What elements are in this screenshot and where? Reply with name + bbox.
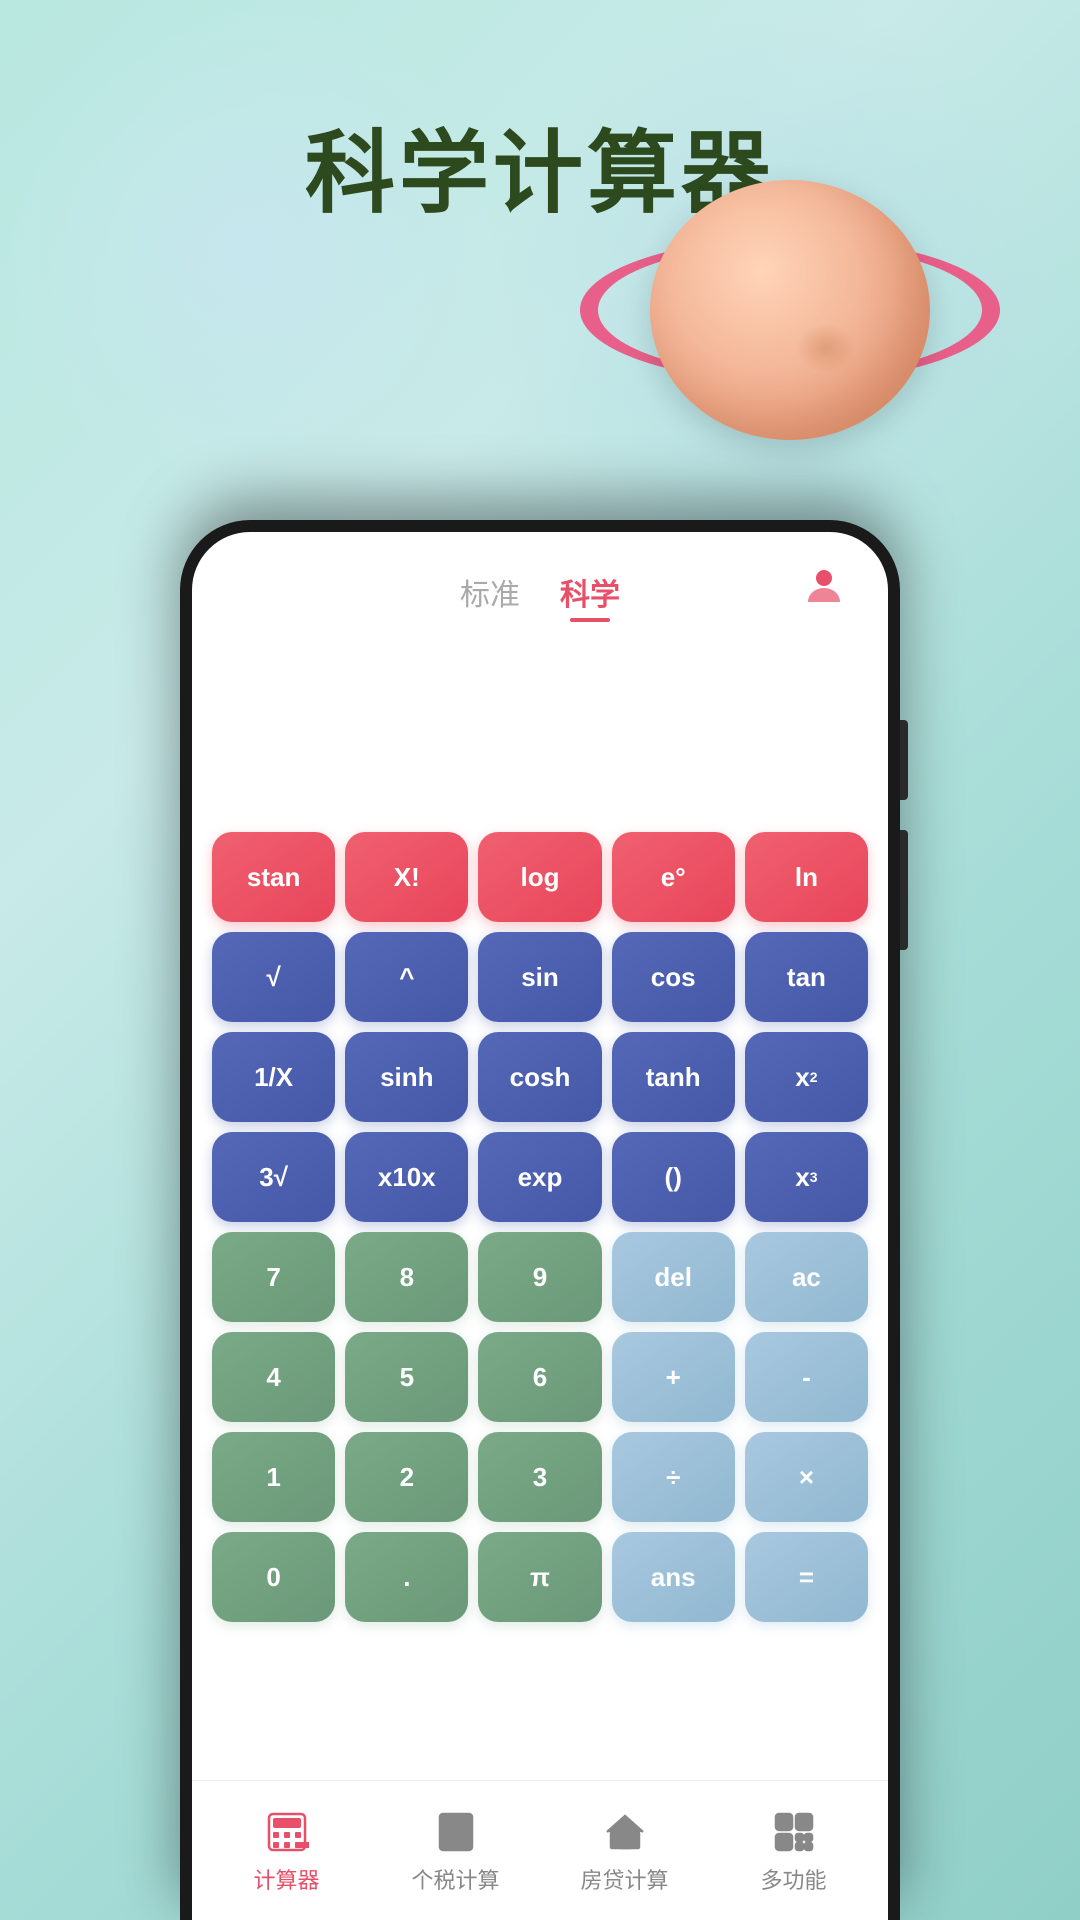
nav-label-tax: 个税计算 [411, 1863, 499, 1895]
btn-pi[interactable]: π [478, 1532, 601, 1622]
btn-reciprocal[interactable]: 1/X [212, 1032, 335, 1122]
btn-power[interactable]: ^ [345, 932, 468, 1022]
btn-sqrt[interactable]: √ [212, 932, 335, 1022]
btn-ans[interactable]: ans [612, 1532, 735, 1622]
btn-sin[interactable]: sin [478, 932, 601, 1022]
btn-7[interactable]: 7 [212, 1232, 335, 1322]
planet-decoration [600, 120, 980, 500]
button-row-6: 4 5 6 + - [212, 1332, 868, 1422]
button-row-5: 7 8 9 del ac [212, 1232, 868, 1322]
tab-science[interactable]: 科学 [540, 562, 640, 622]
nav-label-mortgage: 房贷计算 [580, 1863, 668, 1895]
btn-sinh[interactable]: sinh [345, 1032, 468, 1122]
planet-body [650, 180, 930, 440]
btn-4[interactable]: 4 [212, 1332, 335, 1422]
btn-divide[interactable]: ÷ [612, 1432, 735, 1522]
btn-del[interactable]: del [612, 1232, 735, 1322]
button-row-1: stan X! log e° ln [212, 832, 868, 922]
btn-dot[interactable]: . [345, 1532, 468, 1622]
btn-cosh[interactable]: cosh [478, 1032, 601, 1122]
button-row-4: 3√ x10x exp () x3 [212, 1132, 868, 1222]
btn-parens[interactable]: () [612, 1132, 735, 1222]
btn-9[interactable]: 9 [478, 1232, 601, 1322]
button-row-3: 1/X sinh cosh tanh x2 [212, 1032, 868, 1122]
btn-multiply[interactable]: × [745, 1432, 868, 1522]
btn-6[interactable]: 6 [478, 1332, 601, 1422]
btn-cos[interactable]: cos [612, 932, 735, 1022]
btn-stan[interactable]: stan [212, 832, 335, 922]
mortgage-icon [600, 1807, 650, 1857]
display-area [192, 642, 888, 822]
bottom-nav: 计算器 税 个税计算 [192, 1780, 888, 1920]
profile-icon[interactable] [800, 562, 848, 610]
btn-ln[interactable]: ln [745, 832, 868, 922]
btn-minus[interactable]: - [745, 1332, 868, 1422]
nav-item-multi[interactable]: 多功能 [709, 1807, 878, 1895]
phone-screen: 标准 科学 stan X! log e° ln √ [192, 532, 888, 1920]
button-row-7: 1 2 3 ÷ × [212, 1432, 868, 1522]
calculator-icon [262, 1807, 312, 1857]
nav-label-multi: 多功能 [760, 1863, 826, 1895]
btn-ac[interactable]: ac [745, 1232, 868, 1322]
btn-exp[interactable]: exp [478, 1132, 601, 1222]
calculator-buttons: stan X! log e° ln √ ^ sin cos tan 1/X si… [192, 822, 888, 1642]
multi-icon [769, 1807, 819, 1857]
btn-equals[interactable]: = [745, 1532, 868, 1622]
btn-log[interactable]: log [478, 832, 601, 922]
btn-x-cubed[interactable]: x3 [745, 1132, 868, 1222]
btn-cbrt[interactable]: 3√ [212, 1132, 335, 1222]
btn-e-deg[interactable]: e° [612, 832, 735, 922]
svg-text:税: 税 [445, 1820, 452, 1829]
btn-x10x[interactable]: x10x [345, 1132, 468, 1222]
phone-side-btn-1 [900, 720, 908, 800]
btn-2[interactable]: 2 [345, 1432, 468, 1522]
btn-3[interactable]: 3 [478, 1432, 601, 1522]
btn-0[interactable]: 0 [212, 1532, 335, 1622]
btn-factorial[interactable]: X! [345, 832, 468, 922]
phone-side-btn-2 [900, 830, 908, 950]
phone-frame: 标准 科学 stan X! log e° ln √ [180, 520, 900, 1920]
nav-item-tax[interactable]: 税 个税计算 [371, 1807, 540, 1895]
nav-item-calculator[interactable]: 计算器 [202, 1807, 371, 1895]
background-blob-1 [0, 0, 500, 500]
btn-tan[interactable]: tan [745, 932, 868, 1022]
nav-item-mortgage[interactable]: 房贷计算 [540, 1807, 709, 1895]
btn-x-squared[interactable]: x2 [745, 1032, 868, 1122]
tax-icon: 税 [431, 1807, 481, 1857]
btn-8[interactable]: 8 [345, 1232, 468, 1322]
button-row-2: √ ^ sin cos tan [212, 932, 868, 1022]
nav-label-calculator: 计算器 [253, 1863, 319, 1895]
btn-plus[interactable]: + [612, 1332, 735, 1422]
btn-1[interactable]: 1 [212, 1432, 335, 1522]
screen-header: 标准 科学 [192, 532, 888, 642]
btn-tanh[interactable]: tanh [612, 1032, 735, 1122]
btn-5[interactable]: 5 [345, 1332, 468, 1422]
button-row-8: 0 . π ans = [212, 1532, 868, 1622]
tab-standard[interactable]: 标准 [440, 562, 540, 622]
planet-dimple [796, 323, 856, 373]
